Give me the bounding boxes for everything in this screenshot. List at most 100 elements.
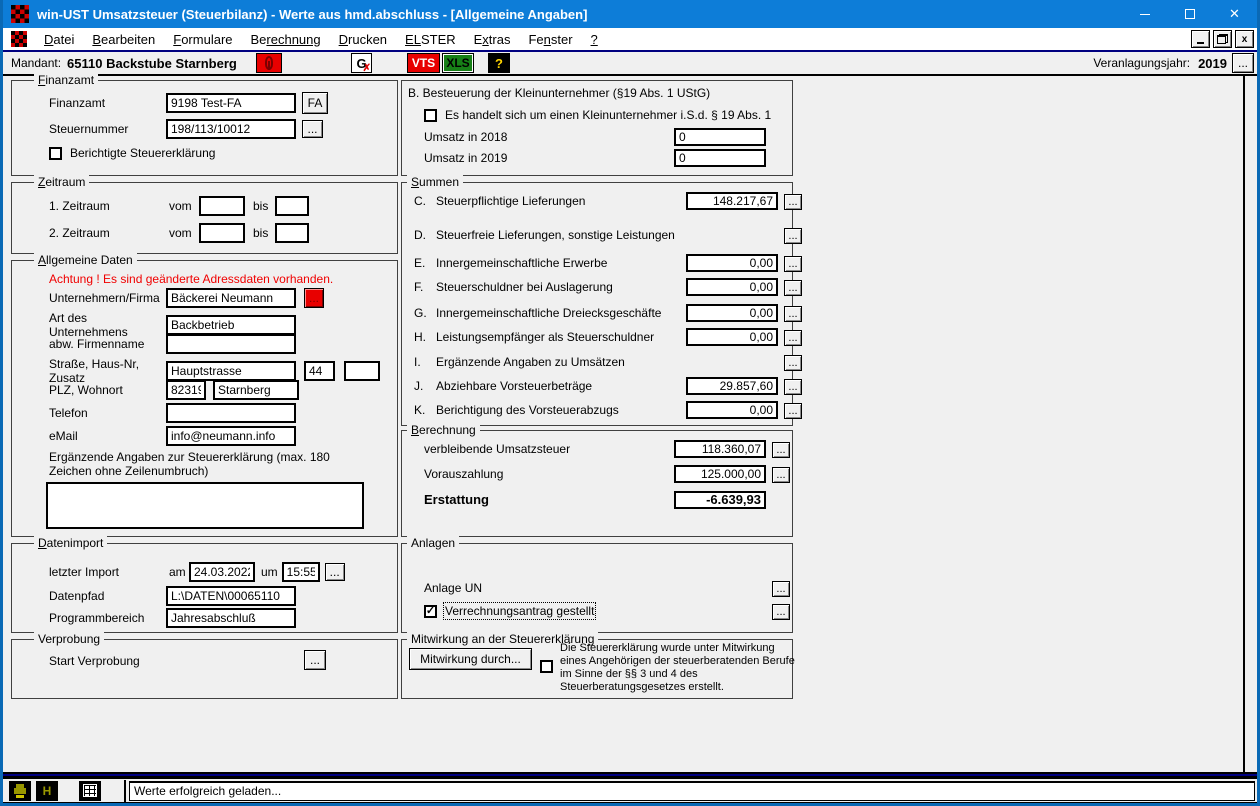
- berechnung-row-umsatzsteuer: verbleibende Umsatzsteuer ...: [424, 442, 788, 456]
- summen-h-button[interactable]: ...: [784, 330, 802, 346]
- strasse-input[interactable]: [166, 361, 296, 381]
- summen-e-input[interactable]: [686, 254, 778, 272]
- summen-e-button[interactable]: ...: [784, 256, 802, 272]
- anlage-un-label: Anlage UN: [424, 581, 482, 595]
- steuernummer-input[interactable]: [166, 119, 296, 139]
- menu-berechnung[interactable]: Berechnung: [242, 30, 330, 49]
- anlage-un-row: Anlage UN ...: [424, 581, 788, 595]
- mdi-restore-button[interactable]: [1213, 30, 1232, 48]
- steuernummer-lookup-button[interactable]: ...: [302, 120, 323, 138]
- summen-k-button[interactable]: ...: [784, 403, 802, 419]
- hausnr-input[interactable]: [304, 361, 335, 381]
- abw-firmenname-input[interactable]: [166, 334, 296, 354]
- mdi-close-button[interactable]: x: [1235, 30, 1254, 48]
- berichtigte-checkbox[interactable]: [49, 147, 62, 160]
- menu-elster[interactable]: ELSTER: [396, 30, 465, 49]
- attachment-button[interactable]: [256, 53, 282, 73]
- mdi-minimize-icon: [1197, 42, 1204, 44]
- summen-g-button[interactable]: ...: [784, 306, 802, 322]
- summen-i-button[interactable]: ...: [784, 355, 802, 371]
- import-datum-input[interactable]: [189, 562, 255, 582]
- group-zeitraum-title: Zeitraum: [34, 175, 89, 189]
- verbleibende-ust-input[interactable]: [674, 440, 766, 458]
- art-unternehmen-input[interactable]: [166, 315, 296, 335]
- ergaenzende-angaben-textarea[interactable]: [46, 482, 364, 529]
- mandant-label: Mandant:: [11, 56, 61, 70]
- summen-row-f: F.Steuerschuldner bei Auslagerung ...: [414, 280, 788, 294]
- verbleibende-ust-button[interactable]: ...: [772, 442, 790, 458]
- wohnort-input[interactable]: [213, 380, 299, 400]
- import-zeit-input[interactable]: [282, 562, 320, 582]
- xls-button[interactable]: XLS: [442, 53, 474, 73]
- summen-k-input[interactable]: [686, 401, 778, 419]
- mdi-minimize-button[interactable]: [1191, 30, 1210, 48]
- close-button[interactable]: ✕: [1212, 0, 1257, 28]
- summen-c-input[interactable]: [686, 192, 778, 210]
- plz-input[interactable]: [166, 380, 206, 400]
- mitwirkung-durch-button[interactable]: Mitwirkung durch...: [409, 648, 532, 670]
- menu-hilfe[interactable]: ?: [582, 30, 607, 49]
- group-datenimport: Datenimport letzter Import am um ... Dat…: [11, 543, 398, 633]
- start-verprobung-button[interactable]: ...: [304, 650, 326, 670]
- mdi-window-controls: x: [1191, 30, 1254, 48]
- statusbar: H Werte erfolgreich geladen...: [3, 779, 1257, 803]
- summen-c-button[interactable]: ...: [784, 194, 802, 210]
- menu-fenster[interactable]: Fenster: [519, 30, 581, 49]
- telefon-input[interactable]: [166, 403, 296, 423]
- start-verprobung-label: Start Verprobung: [49, 654, 140, 668]
- vts-button[interactable]: VTS: [407, 53, 440, 73]
- anlage-un-button[interactable]: ...: [772, 581, 790, 597]
- menu-datei[interactable]: Datei: [35, 30, 83, 49]
- import-button[interactable]: ...: [325, 563, 345, 581]
- umsatz-2018-input[interactable]: [674, 128, 766, 146]
- verrechnungsantrag-checkbox[interactable]: ✓: [424, 605, 437, 618]
- summen-f-label: Steuerschuldner bei Auslagerung: [436, 280, 613, 294]
- zusatz-input[interactable]: [344, 361, 380, 381]
- email-input[interactable]: [166, 426, 296, 446]
- summen-g-input[interactable]: [686, 304, 778, 322]
- zeitraum2-vom-label: vom: [169, 226, 199, 240]
- summen-d-button[interactable]: ...: [784, 228, 802, 244]
- menu-drucken[interactable]: Drucken: [330, 30, 396, 49]
- menu-formulare[interactable]: Formulare: [164, 30, 241, 49]
- zeitraum2-bis-input[interactable]: [275, 223, 309, 243]
- datenpfad-input[interactable]: [166, 586, 296, 606]
- unternehmer-input[interactable]: [166, 288, 296, 308]
- minimize-button[interactable]: [1122, 0, 1167, 28]
- summen-c-label: Steuerpflichtige Lieferungen: [436, 194, 585, 208]
- summen-j-input[interactable]: [686, 377, 778, 395]
- help-button[interactable]: ?: [488, 53, 510, 73]
- maximize-button[interactable]: [1167, 0, 1212, 28]
- fa-button[interactable]: FA: [302, 92, 328, 114]
- mitwirkung-checkbox[interactable]: [540, 660, 553, 673]
- menu-bearbeiten[interactable]: Bearbeiten: [83, 30, 164, 49]
- finanzamt-input[interactable]: [166, 93, 296, 113]
- hmd-status-button[interactable]: H: [36, 781, 58, 801]
- vorauszahlung-button[interactable]: ...: [772, 467, 790, 483]
- adressdaten-button[interactable]: ...: [304, 288, 324, 308]
- gx-button[interactable]: G✗: [351, 53, 372, 73]
- zeitraum1-vom-input[interactable]: [199, 196, 245, 216]
- programmbereich-input[interactable]: [166, 608, 296, 628]
- verrechnungsantrag-button[interactable]: ...: [772, 604, 790, 620]
- zeitraum2-vom-input[interactable]: [199, 223, 245, 243]
- kleinunternehmer-checkbox-label: Es handelt sich um einen Kleinunternehme…: [445, 108, 771, 122]
- zeitraum1-bis-input[interactable]: [275, 196, 309, 216]
- app-menu-icon[interactable]: [11, 31, 27, 47]
- veranlagungsjahr-more-button[interactable]: ...: [1232, 53, 1254, 73]
- summen-f-input[interactable]: [686, 278, 778, 296]
- group-verprobung-title: Verprobung: [34, 632, 104, 646]
- group-berechnung: Berechnung verbleibende Umsatzsteuer ...…: [401, 430, 793, 537]
- table-status-button[interactable]: [79, 781, 101, 801]
- menu-extras[interactable]: Extras: [465, 30, 520, 49]
- print-status-button[interactable]: [9, 781, 31, 801]
- umsatz-2019-input[interactable]: [674, 149, 766, 167]
- group-verprobung: Verprobung Start Verprobung ...: [11, 639, 398, 699]
- summen-f-button[interactable]: ...: [784, 280, 802, 296]
- summen-h-input[interactable]: [686, 328, 778, 346]
- summen-j-button[interactable]: ...: [784, 379, 802, 395]
- kleinunternehmer-checkbox[interactable]: [424, 109, 437, 122]
- programmbereich-label: Programmbereich: [49, 611, 166, 625]
- vorauszahlung-input[interactable]: [674, 465, 766, 483]
- umsatz-2019-label: Umsatz in 2019: [424, 151, 674, 165]
